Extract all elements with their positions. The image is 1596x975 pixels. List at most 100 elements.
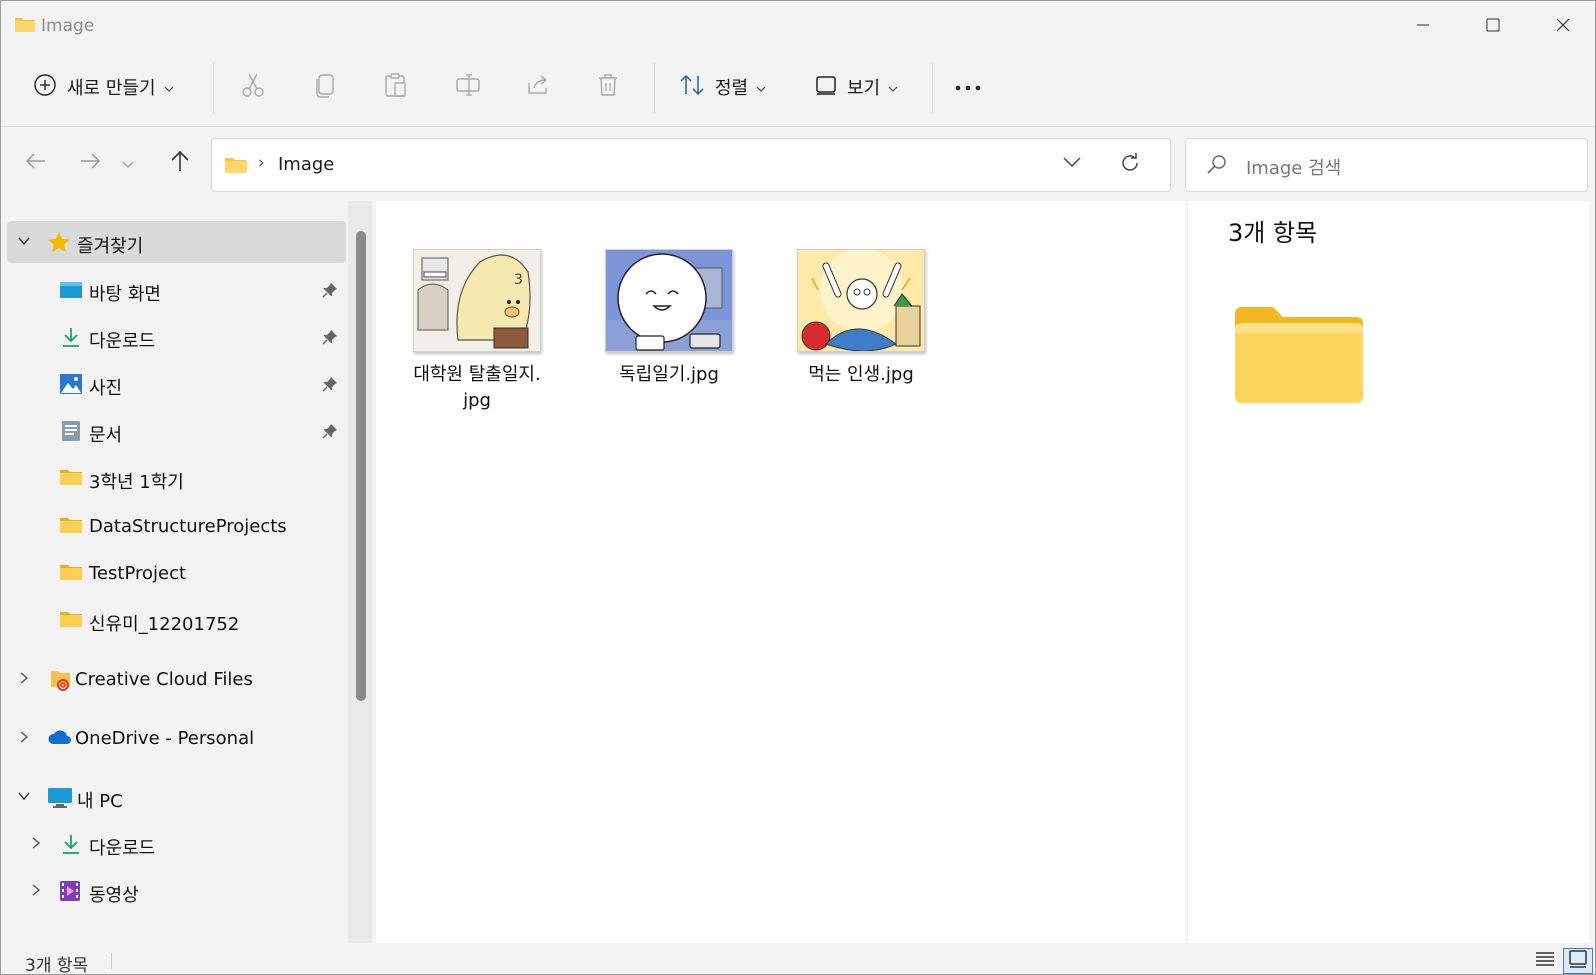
file-item[interactable]: 3 대학원 탈출일지. jpg [397,249,557,414]
new-button[interactable]: 새로 만들기 [33,65,174,109]
image-thumbnail [797,249,925,352]
folder-icon [59,467,83,491]
sidebar-item-folder[interactable]: 3학년 1학기 [7,457,346,499]
sidebar-item-pictures[interactable]: 사진 [7,363,346,405]
delete-button[interactable] [597,65,619,109]
sidebar-label: 동영상 [89,885,139,906]
chevron-right-icon[interactable] [17,729,31,748]
folder-icon [224,155,248,179]
sidebar-item-this-pc[interactable]: 내 PC [7,776,346,818]
status-divider [111,953,112,969]
share-icon [526,73,550,101]
svg-text:3: 3 [514,272,523,288]
pin-icon[interactable] [322,376,338,396]
sidebar-item-pc-downloads[interactable]: 다운로드 [7,823,346,865]
cut-button[interactable] [241,65,265,109]
pictures-icon [59,373,83,399]
pin-icon[interactable] [322,329,338,349]
refresh-icon[interactable] [1118,151,1142,179]
rename-button[interactable] [455,65,481,109]
pin-icon[interactable] [322,423,338,443]
chevron-right-icon[interactable] [29,882,43,901]
chevron-right-icon[interactable] [29,835,43,854]
folder-icon [59,562,83,586]
sidebar-label: 3학년 1학기 [89,472,184,493]
sidebar-label: 문서 [89,425,123,446]
paste-button[interactable] [384,65,408,109]
view-square-icon [815,74,837,100]
sidebar-item-folder[interactable]: TestProject [7,552,346,594]
sidebar-item-folder[interactable]: 신유미_12201752 [7,599,346,641]
file-item[interactable]: 독립일기.jpg [589,249,749,388]
chevron-down-icon[interactable] [17,233,31,252]
folder-icon [59,515,83,539]
maximize-button[interactable] [1458,1,1528,49]
sidebar-label: OneDrive - Personal [75,728,255,749]
minimize-button[interactable] [1388,1,1458,49]
plus-circle-icon [33,73,57,101]
sidebar-item-favorites[interactable]: 즐겨찾기 [7,221,346,263]
chevron-down-icon[interactable] [17,788,31,807]
view-button[interactable]: 보기 [815,65,898,109]
toolbar-divider [932,63,933,113]
sidebar-label: 사진 [89,378,123,399]
clipboard-icon [384,72,408,102]
command-bar: 새로 만들기 정렬 보기 [1,49,1595,127]
back-button[interactable] [18,145,54,181]
file-name: 대학원 탈출일지. jpg [397,362,557,414]
recent-locations-button[interactable] [116,145,140,181]
image-thumbnail [605,249,733,352]
sidebar-item-creative-cloud[interactable]: Creative Cloud Files [7,658,346,700]
download-icon [61,326,81,352]
chevron-down-icon [756,78,766,97]
ellipsis-icon [953,78,983,97]
file-item[interactable]: 먹는 인생.jpg [781,249,941,388]
sidebar-item-folder[interactable]: DataStructureProjects [7,505,346,547]
up-button[interactable] [162,145,198,181]
chevron-down-icon [888,78,898,97]
scissors-icon [241,72,265,102]
onedrive-cloud-icon [47,727,73,751]
more-options-button[interactable] [953,65,983,109]
sidebar-label: 바탕 화면 [89,284,161,305]
sidebar-label: TestProject [89,563,187,584]
chevron-right-icon[interactable] [17,670,31,689]
arrow-right-icon [79,152,101,174]
sidebar-item-documents[interactable]: 문서 [7,410,346,452]
sidebar-item-downloads[interactable]: 다운로드 [7,316,346,358]
details-pane: 3개 항목 [1187,201,1589,943]
chevron-down-icon [164,78,174,97]
breadcrumb-image[interactable]: Image [278,154,334,175]
arrow-up-icon [170,150,190,176]
large-icons-view-icon [1569,950,1587,972]
large-icons-view-button[interactable] [1563,948,1593,974]
details-view-button[interactable] [1530,948,1560,974]
list-view-icon [1535,951,1555,971]
close-button[interactable] [1528,1,1595,49]
address-history-chevron-icon[interactable] [1062,154,1082,173]
file-name-line: 대학원 탈출일지. [413,364,541,385]
file-explorer-window: Image 새로 만들기 정렬 보기 › Image Image 검색 즐겨찾기… [0,0,1596,975]
sidebar-item-desktop[interactable]: 바탕 화면 [7,269,346,311]
sidebar-item-onedrive[interactable]: OneDrive - Personal [7,717,346,759]
sort-button[interactable]: 정렬 [679,65,766,109]
pin-icon[interactable] [322,282,338,302]
title-bar: Image [1,1,1595,49]
share-button[interactable] [526,65,550,109]
copy-button[interactable] [314,65,336,109]
file-name-line: jpg [463,390,491,411]
arrow-left-icon [25,152,47,174]
folder-icon [1234,303,1364,407]
forward-button[interactable] [72,145,108,181]
new-button-label: 새로 만들기 [67,78,156,99]
file-name-line: 먹는 인생.jpg [808,364,914,385]
sidebar-scrollbar-thumb[interactable] [356,231,366,701]
sort-arrows-icon [679,73,705,101]
star-icon [47,231,71,257]
address-bar[interactable]: › Image [211,138,1171,192]
window-title: Image [41,16,95,36]
item-count-heading: 3개 항목 [1228,219,1318,247]
search-input[interactable]: Image 검색 [1185,138,1588,192]
download-icon [61,833,81,859]
sidebar-item-pc-videos[interactable]: 동영상 [7,870,346,912]
